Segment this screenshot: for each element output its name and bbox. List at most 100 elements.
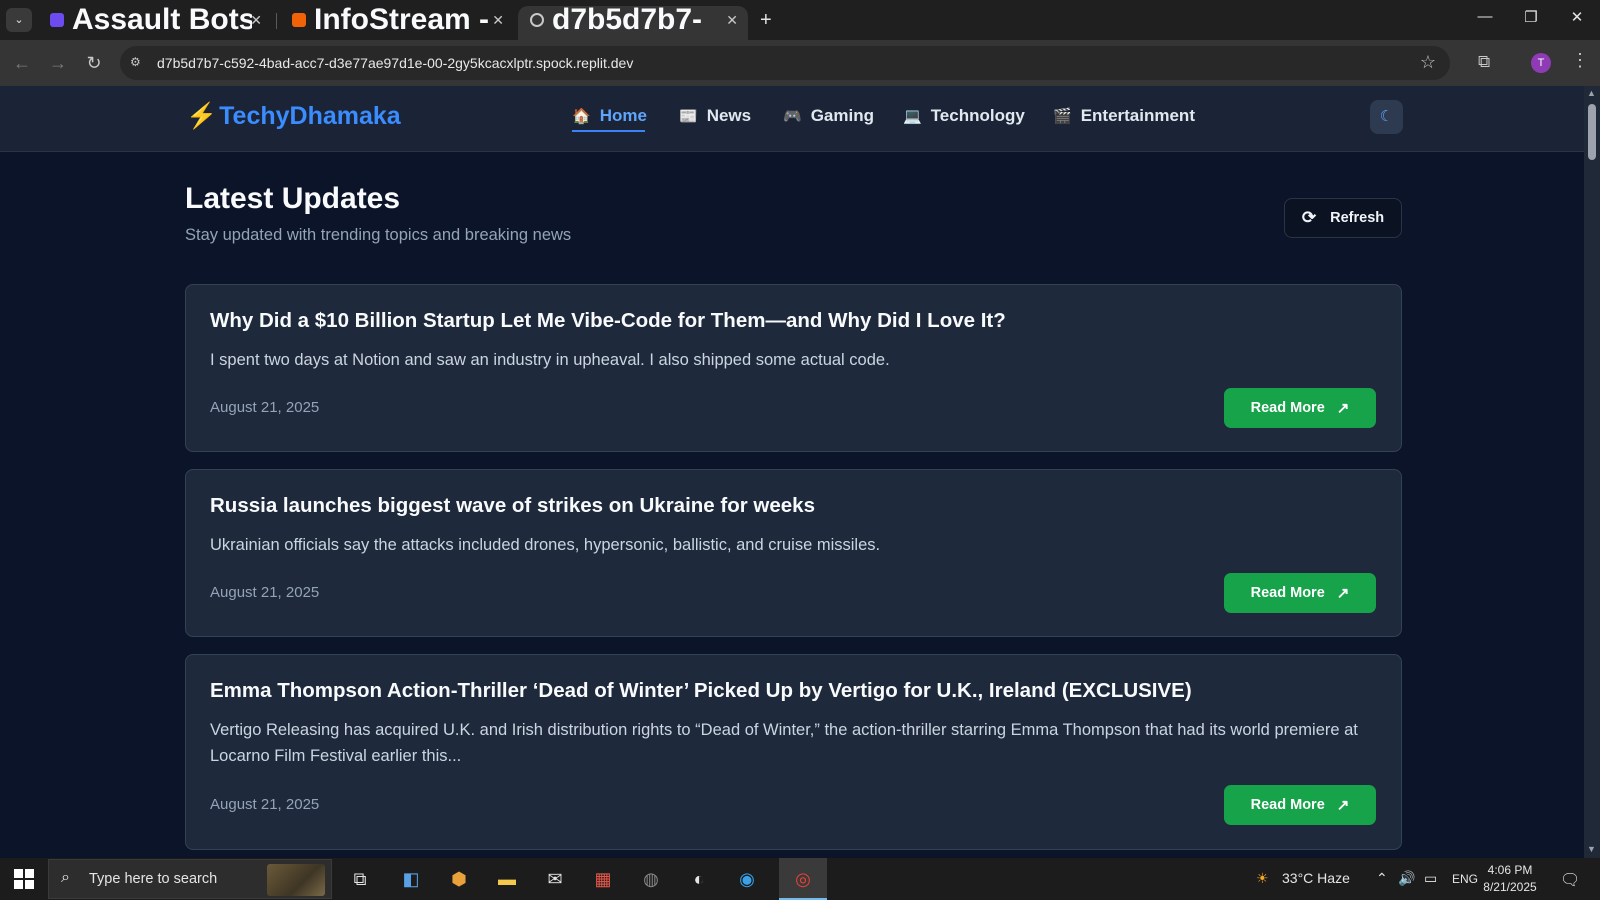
bookmark-star-icon[interactable]: ☆	[1420, 52, 1436, 73]
replit-favicon-icon	[292, 13, 306, 27]
web-page: ⚡TechyDhamaka 🏠 Home 📰 News 🎮 Gaming 💻 Techn…	[0, 86, 1584, 858]
taskbar-search-box[interactable]: ⌕ Type here to search	[48, 859, 332, 899]
close-tab-icon[interactable]: ✕	[726, 6, 738, 34]
notifications-icon[interactable]: 🗨	[1560, 870, 1580, 890]
reload-icon[interactable]: ↻	[82, 51, 106, 75]
article-title[interactable]: Emma Thompson Action-Thriller ‘Dead of W…	[210, 679, 1192, 703]
site-header: ⚡TechyDhamaka 🏠 Home 📰 News 🎮 Gaming 💻 Techn…	[0, 86, 1584, 152]
read-more-button[interactable]: Read More ↗	[1224, 573, 1376, 613]
article-description: I spent two days at Notion and saw an in…	[210, 351, 890, 369]
close-tab-icon[interactable]: ✕	[250, 6, 262, 34]
article-date: August 21, 2025	[210, 796, 320, 813]
address-bar[interactable]: ⚙ d7b5d7b7-c592-4bad-acc7-d3e77ae97d1e-0…	[120, 46, 1450, 80]
tab-title: InfoStream - Replit	[314, 6, 494, 34]
read-more-button[interactable]: Read More ↗	[1224, 388, 1376, 428]
obs-icon[interactable]: ◐	[687, 868, 711, 890]
nav-label: Gaming	[810, 106, 874, 125]
logo-text: TechyDhamaka	[219, 102, 401, 130]
external-link-icon: ↗	[1336, 797, 1350, 814]
chrome-icon: ◎	[795, 869, 811, 889]
scroll-up-arrow-icon[interactable]: ▲	[1587, 88, 1596, 98]
mail-icon[interactable]: ✉	[543, 868, 567, 890]
app-icon-colorful[interactable]: ⬢	[447, 868, 471, 890]
search-placeholder: Type here to search	[89, 871, 218, 887]
nav-label: Entertainment	[1080, 106, 1195, 125]
minimize-icon[interactable]: —	[1470, 8, 1500, 25]
search-icon: ⌕	[61, 869, 70, 886]
tab-search-chevron-icon[interactable]: ⌄	[6, 8, 32, 32]
nav-technology[interactable]: 💻 Technology	[903, 106, 1025, 126]
browser-tabstrip: ⌄ Assault Bots 🕹️ Play on CrazyG ✕ InfoS…	[0, 0, 1600, 40]
article-title[interactable]: Why Did a $10 Billion Startup Let Me Vib…	[210, 309, 1006, 333]
browser-tab-active[interactable]: d7b5d7b7-c592-4bad-acc7-d3e ✕	[518, 6, 748, 40]
crazygames-favicon-icon	[50, 13, 64, 27]
article-date: August 21, 2025	[210, 584, 320, 601]
speaker-icon[interactable]: 🔊	[1398, 870, 1415, 887]
app-icon-blue[interactable]: ◧	[399, 868, 423, 890]
refresh-label: Refresh	[1330, 210, 1385, 226]
system-clock[interactable]: 4:06 PM 8/21/2025	[1480, 862, 1540, 896]
refresh-button[interactable]: ⟳ Refresh	[1284, 198, 1402, 238]
gamepad-icon: 🎮	[783, 108, 802, 125]
article-description: Vertigo Releasing has acquired U.K. and …	[210, 721, 1358, 765]
nav-entertainment[interactable]: 🎬 Entertainment	[1053, 106, 1195, 126]
house-icon: 🏠	[572, 108, 591, 125]
read-more-label: Read More	[1250, 797, 1325, 813]
browser-tab-infostream[interactable]: InfoStream - Replit ✕	[280, 6, 514, 40]
url-text[interactable]: d7b5d7b7-c592-4bad-acc7-d3e77ae97d1e-00-…	[157, 55, 633, 71]
file-explorer-icon[interactable]: ▬	[495, 868, 519, 890]
scroll-down-arrow-icon[interactable]: ▼	[1587, 844, 1596, 854]
nav-gaming[interactable]: 🎮 Gaming	[783, 106, 874, 126]
close-tab-icon[interactable]: ✕	[492, 6, 504, 34]
language-indicator[interactable]: ENG	[1452, 872, 1478, 886]
moon-icon: ☾	[1379, 108, 1394, 125]
chrome-taskbar-button[interactable]: ◎	[779, 858, 827, 900]
site-logo[interactable]: ⚡TechyDhamaka	[186, 102, 401, 131]
refresh-icon: ⟳	[1301, 208, 1317, 227]
nav-label: News	[706, 106, 752, 125]
article-title[interactable]: Russia launches biggest wave of strikes …	[210, 494, 815, 518]
nav-label: Home	[599, 106, 647, 125]
page-title: Latest Updates	[185, 182, 401, 215]
nav-home[interactable]: 🏠 Home	[572, 106, 647, 126]
forward-arrow-icon[interactable]: →	[46, 51, 70, 75]
browser-tab-assault-bots[interactable]: Assault Bots 🕹️ Play on CrazyG ✕	[38, 6, 272, 40]
article-description: Ukrainian officials say the attacks incl…	[210, 536, 881, 554]
lightning-bolt-icon: ⚡	[186, 102, 218, 130]
scrollbar-thumb[interactable]	[1588, 104, 1596, 160]
windows-start-icon[interactable]	[14, 869, 34, 889]
browser-toolbar: ← → ↻ ⚙ d7b5d7b7-c592-4bad-acc7-d3e77ae9…	[0, 40, 1600, 86]
tab-divider	[276, 13, 277, 29]
clock-date: 8/21/2025	[1483, 880, 1537, 894]
close-window-icon[interactable]: ✕	[1562, 8, 1592, 26]
store-icon[interactable]: ▦	[591, 868, 615, 890]
extensions-puzzle-icon[interactable]: ⧉	[1478, 52, 1490, 72]
page-scrollbar[interactable]: ▲ ▼	[1584, 86, 1600, 858]
globe-app-icon[interactable]: ◍	[639, 868, 663, 890]
site-info-icon[interactable]: ⚙	[130, 55, 146, 71]
article-card: Russia launches biggest wave of strikes …	[185, 469, 1402, 637]
show-hidden-icons-chevron-icon[interactable]: ⌃	[1376, 870, 1388, 887]
theme-toggle-button[interactable]: ☾	[1370, 100, 1403, 134]
network-icon[interactable]: ▭	[1424, 870, 1437, 887]
read-more-button[interactable]: Read More ↗	[1224, 785, 1376, 825]
profile-avatar[interactable]: T	[1531, 53, 1551, 73]
restore-icon[interactable]: ❐	[1516, 8, 1546, 26]
page-subtitle: Stay updated with trending topics and br…	[185, 226, 572, 244]
external-link-icon: ↗	[1336, 400, 1350, 417]
weather-text[interactable]: 33°C Haze	[1282, 870, 1350, 886]
weather-icon[interactable]: ☀	[1256, 870, 1269, 887]
tab-title: Assault Bots 🕹️ Play on CrazyG	[72, 6, 252, 34]
external-link-icon: ↗	[1336, 585, 1350, 602]
nav-label: Technology	[930, 106, 1025, 125]
nav-news[interactable]: 📰 News	[679, 106, 751, 126]
browser-menu-icon[interactable]: ⋮	[1571, 50, 1589, 71]
article-card: Why Did a $10 Billion Startup Let Me Vib…	[185, 284, 1402, 452]
globe-favicon-icon	[530, 13, 544, 27]
task-view-icon[interactable]: ⧉	[348, 868, 372, 890]
edge-icon[interactable]: ◉	[735, 868, 759, 890]
active-nav-indicator	[572, 130, 645, 132]
new-tab-plus-icon[interactable]: +	[760, 8, 772, 32]
article-card: Emma Thompson Action-Thriller ‘Dead of W…	[185, 654, 1402, 850]
back-arrow-icon[interactable]: ←	[10, 51, 34, 75]
